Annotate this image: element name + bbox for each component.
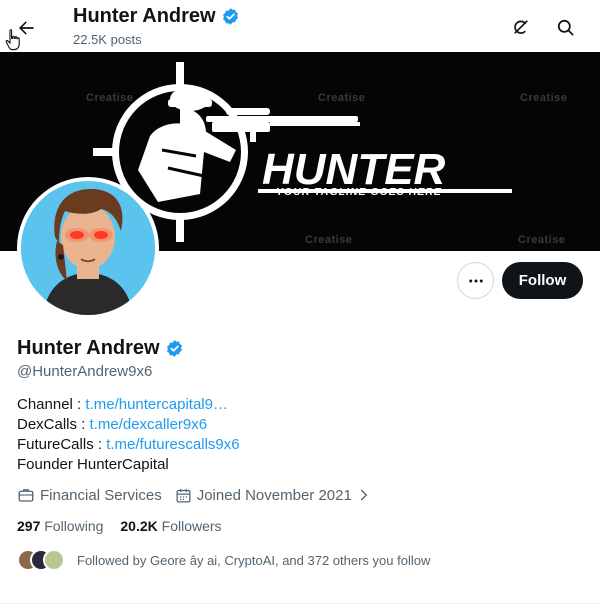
verified-badge-icon[interactable] [165, 339, 184, 358]
header-profile-name: Hunter Andrew [73, 5, 240, 28]
bio-link-futurecalls[interactable]: t.me/futurescalls9x6 [106, 436, 239, 453]
profile-avatar[interactable] [17, 177, 159, 319]
profile-category: Financial Services [17, 486, 162, 504]
joined-text: Joined November 2021 [196, 486, 352, 504]
followers-label: Followers [161, 518, 222, 534]
bio-label: FutureCalls : [17, 436, 107, 453]
bio-line: Founder HunterCapital [17, 456, 169, 473]
banner-watermark: Creatise [86, 92, 134, 104]
profile-bio: Channel : t.me/huntercapital9… DexCalls … [17, 395, 240, 475]
profile-name: Hunter Andrew [17, 337, 184, 360]
banner-watermark: Creatise [318, 92, 366, 104]
banner-watermark: Creatise [518, 234, 566, 246]
avatar [21, 181, 155, 315]
banner-watermark: Creatise [305, 234, 353, 246]
bio-line: Channel : t.me/huntercapital9… [17, 395, 240, 415]
hand-cursor-icon [5, 29, 20, 51]
more-options-button[interactable] [457, 262, 494, 299]
follow-button[interactable]: Follow [502, 262, 583, 299]
header-posts-count: 22.5K posts [73, 32, 142, 47]
profile-handle: @HunterAndrew9x6 [17, 363, 153, 380]
header-name-text: Hunter Andrew [73, 5, 216, 27]
chevron-right-icon [360, 489, 368, 501]
following-link[interactable]: 297 Following [17, 518, 103, 534]
bio-line: FutureCalls : t.me/futurescalls9x6 [17, 435, 240, 455]
avatar-illustration [21, 181, 155, 315]
bio-link-dexcalls[interactable]: t.me/dexcaller9x6 [90, 416, 208, 433]
profile-joined[interactable]: Joined November 2021 [175, 487, 371, 504]
bio-link-channel[interactable]: t.me/huntercapital9… [85, 396, 228, 413]
followers-count: 20.2K [120, 518, 158, 534]
banner-tagline: YOUR TAGLINE GOES HERE [276, 186, 442, 198]
following-label: Following [44, 518, 104, 534]
followed-by-text: Followed by Geore ây ai, CryptoAI, and 3… [77, 552, 431, 568]
search-button[interactable] [548, 10, 582, 44]
grok-icon [514, 20, 528, 34]
profile-name-text: Hunter Andrew [17, 337, 160, 359]
followers-link[interactable]: 20.2K Followers [120, 518, 221, 534]
mutual-avatar [43, 549, 65, 571]
bio-label: Channel : [17, 396, 86, 413]
more-dots-icon [468, 279, 483, 282]
following-count: 297 [17, 518, 41, 534]
bio-label: DexCalls : [17, 416, 90, 433]
category-text[interactable]: Financial Services [40, 487, 162, 504]
profile-meta: Financial Services Joined November 2021 [17, 486, 384, 504]
followed-by[interactable]: Followed by Geore ây ai, CryptoAI, and 3… [17, 549, 430, 571]
divider [0, 603, 600, 604]
verified-badge-icon [222, 8, 238, 25]
bio-line: DexCalls : t.me/dexcaller9x6 [17, 415, 240, 435]
grok-button[interactable] [504, 10, 538, 44]
search-icon [557, 19, 573, 35]
calendar-icon [176, 488, 191, 503]
follow-stats: 297 Following 20.2K Followers [17, 518, 222, 534]
mutual-avatars [17, 549, 69, 571]
top-bar: Hunter Andrew 22.5K posts [0, 0, 600, 52]
briefcase-icon [18, 489, 34, 502]
banner-watermark: Creatise [520, 92, 568, 104]
